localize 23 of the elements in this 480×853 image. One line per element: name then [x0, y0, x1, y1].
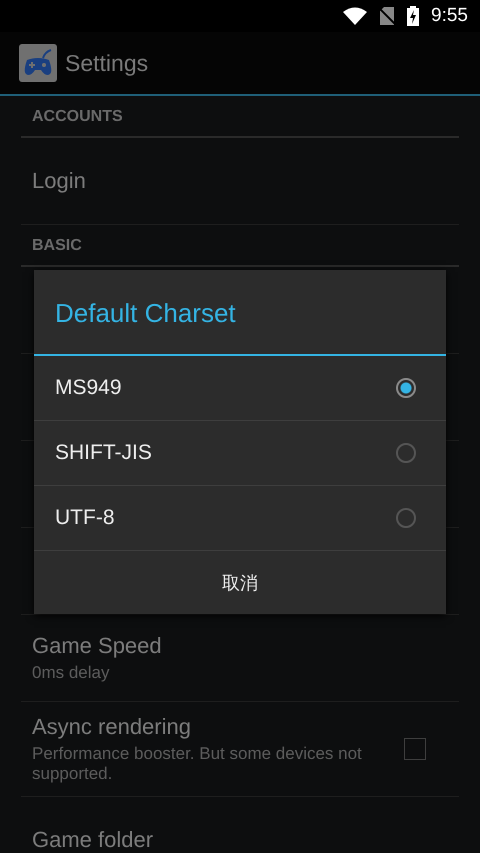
- radio-button[interactable]: [396, 508, 416, 528]
- charset-option[interactable]: UTF-8: [34, 486, 446, 551]
- radio-button[interactable]: [396, 443, 416, 463]
- setting-title[interactable]: Game folder: [32, 827, 448, 853]
- clock-time: 9:55: [431, 5, 468, 27]
- setting-title[interactable]: Login: [32, 168, 448, 194]
- radio-button[interactable]: [396, 378, 416, 398]
- setting-summary: 0ms delay: [32, 663, 110, 683]
- setting-title[interactable]: Game Speed: [32, 633, 448, 659]
- dialog-title: Default Charset: [34, 270, 446, 356]
- cancel-button[interactable]: 取消: [34, 551, 446, 614]
- gamepad-app-icon: [19, 44, 57, 82]
- section-header: ACCOUNTS: [21, 96, 459, 138]
- setting-summary: Performance booster. But some devices not supported.: [32, 744, 363, 784]
- battery-charging-icon: [407, 6, 420, 26]
- charset-option[interactable]: SHIFT-JIS: [34, 421, 446, 486]
- screen-title: Settings: [65, 50, 148, 76]
- wifi-icon: [343, 7, 368, 25]
- setting-title[interactable]: Async rendering: [32, 714, 404, 740]
- charset-option[interactable]: MS949: [34, 356, 446, 421]
- checkbox[interactable]: [404, 738, 426, 760]
- no-sim-icon: [379, 7, 396, 25]
- section-header: BASIC: [21, 225, 459, 267]
